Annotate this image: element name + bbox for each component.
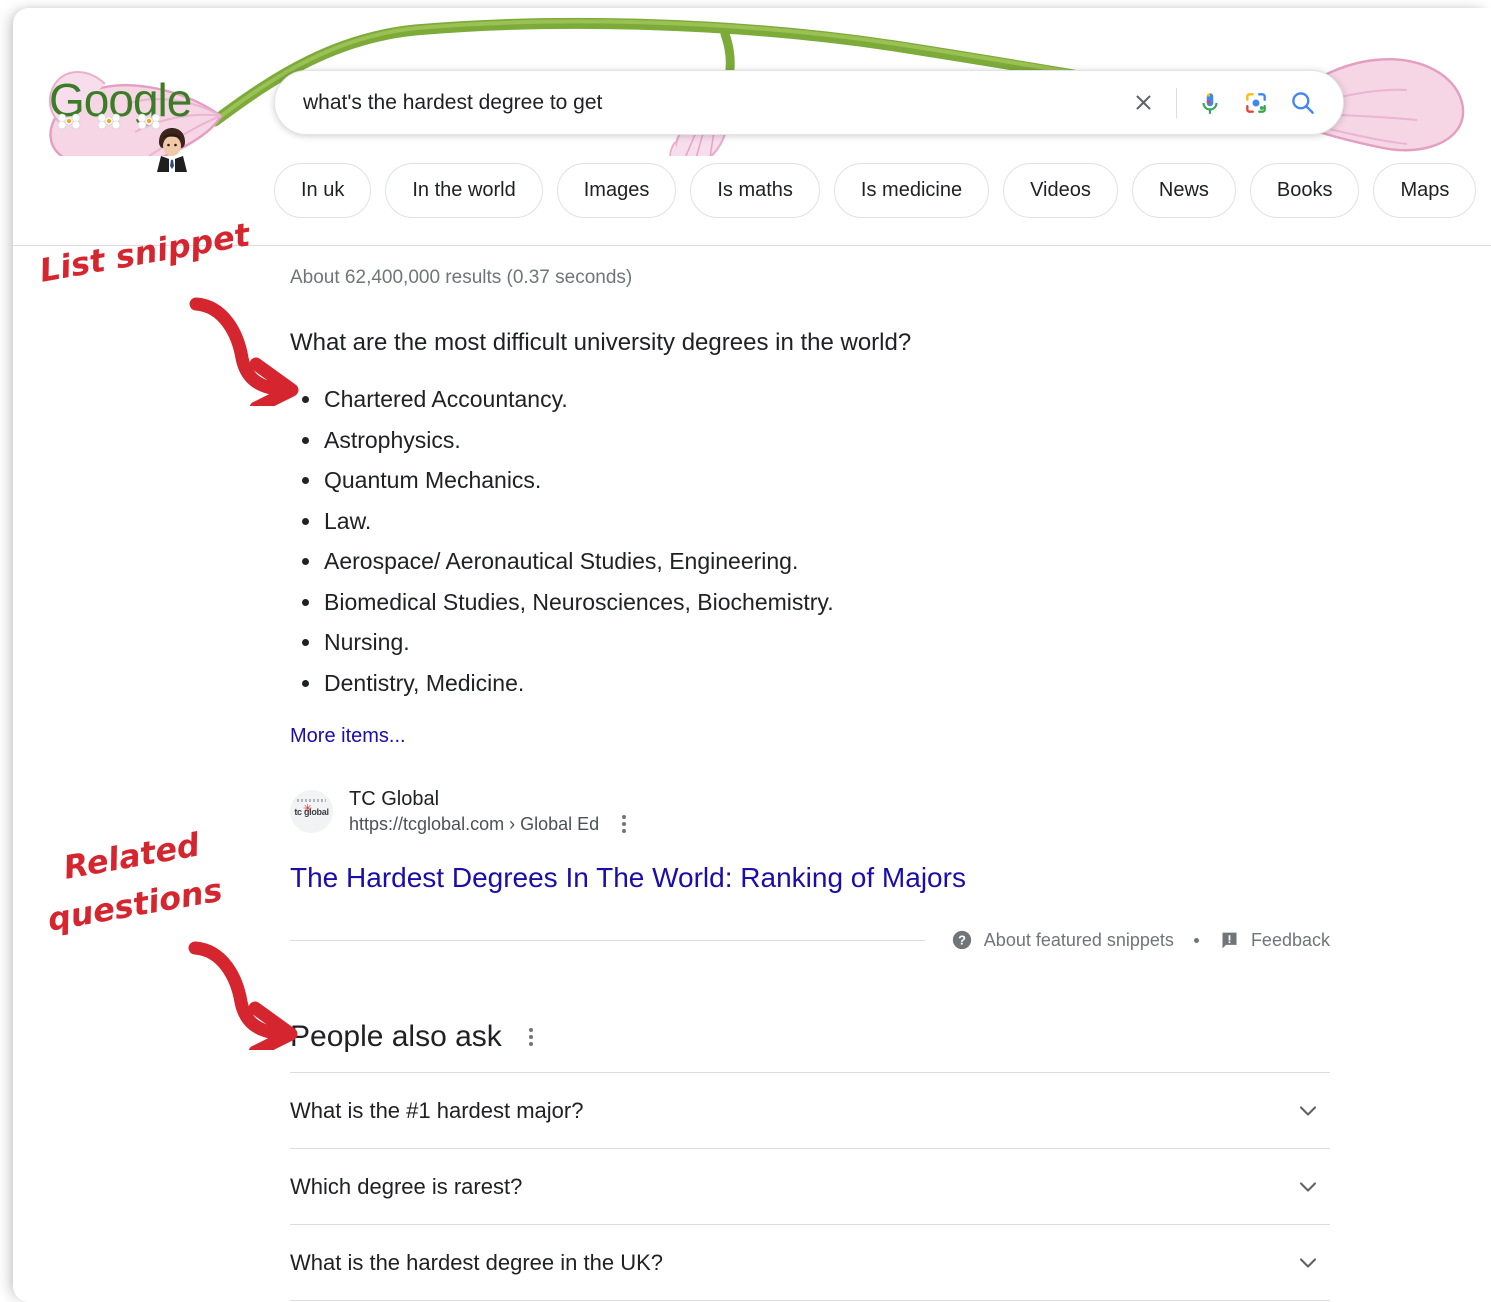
list-item: Nursing. [302,622,1330,663]
source-url: https://tcglobal.com › Global Ed [349,814,600,834]
favicon-text: tc global [294,806,329,817]
list-item: Law. [302,501,1330,542]
clear-search-button[interactable] [1120,80,1166,126]
about-featured-snippets-label: About featured snippets [983,929,1174,950]
filter-chip-books[interactable]: Books [1249,163,1360,218]
search-divider [1176,87,1177,118]
source-name: TC Global [349,788,440,810]
favicon-lines [297,798,326,802]
feedback-label: Feedback [1250,929,1330,950]
result-stats: About 62,400,000 results (0.37 seconds) [290,267,633,288]
search-bar[interactable] [274,70,1344,135]
filter-chip-is-maths[interactable]: Is maths [690,163,820,218]
footer-divider [290,939,925,941]
source-meta: TC Global https://tcglobal.com › Global … [349,786,635,836]
search-icon [1291,92,1314,114]
people-also-ask-list: What is the #1 hardest major? Which degr… [290,1072,1330,1301]
about-featured-snippets-link[interactable]: ? About featured snippets [951,929,1174,951]
people-also-ask-options-button[interactable] [520,1025,542,1049]
google-logo[interactable]: Google [49,70,219,172]
list-item: Quantum Mechanics. [302,460,1330,501]
featured-snippet-heading: What are the most difficult university d… [290,329,912,356]
screenshot-root: Google what's the hardest degree to get … [0,0,1491,1302]
paa-bottom-divider [290,1300,1330,1301]
close-icon [1135,95,1151,110]
filter-chip-images[interactable]: Images [556,163,677,218]
more-items-link[interactable]: More items... [290,725,406,748]
paa-question-row[interactable]: What is the hardest degree in the UK? [290,1224,1330,1300]
voice-search-button[interactable] [1187,80,1233,126]
doodle-portrait-icon [157,128,187,172]
result-title-link[interactable]: The Hardest Degrees In The World: Rankin… [290,862,1330,894]
list-item: Aerospace/ Aeronautical Studies, Enginee… [302,541,1330,582]
people-also-ask-header: People also ask [290,1020,1330,1054]
filter-chip-news[interactable]: News [1131,163,1236,218]
doodle-daisies-icon [57,113,161,130]
microphone-icon [1202,92,1218,114]
search-filter-chips: In uk In the world Images Is maths Is me… [274,163,1477,218]
paa-question-label: What is the #1 hardest major? [290,1097,584,1123]
paa-question-row[interactable]: What is the #1 hardest major? [290,1072,1330,1148]
paa-question-label: What is the hardest degree in the UK? [290,1249,663,1275]
people-also-ask-title: People also ask [290,1020,502,1053]
people-also-ask-section: People also ask What is the #1 hardest m… [290,1020,1330,1301]
svg-text:?: ? [958,933,966,948]
chevron-down-icon[interactable] [1294,1097,1322,1125]
filter-chip-in-the-world[interactable]: In the world [385,163,543,218]
result-options-button[interactable] [613,812,635,836]
source-url-row: https://tcglobal.com › Global Ed [349,812,635,836]
chevron-down-icon[interactable] [1294,1249,1322,1277]
filter-chip-maps[interactable]: Maps [1373,163,1477,218]
list-item: Astrophysics. [302,420,1330,461]
feedback-link[interactable]: Feedback [1219,930,1330,951]
browser-page-card: Google what's the hardest degree to get … [13,8,1491,1302]
filter-chip-videos[interactable]: Videos [1003,163,1118,218]
lens-search-button[interactable] [1233,80,1279,126]
list-item: Dentistry, Medicine. [302,663,1330,704]
feedback-icon [1222,932,1237,948]
favicon: ✳ tc global [290,789,333,833]
paa-question-label: Which degree is rarest? [290,1173,523,1199]
featured-snippet-footer: ? About featured snippets Feedback [290,926,1330,954]
paa-question-row[interactable]: Which degree is rarest? [290,1148,1330,1224]
search-header: Google what's the hardest degree to get … [13,8,1491,237]
search-input[interactable] [303,90,1120,115]
filter-chip-in-uk[interactable]: In uk [274,163,372,218]
chevron-down-icon[interactable] [1294,1173,1322,1201]
filter-chip-is-medicine[interactable]: Is medicine [833,163,990,218]
google-lens-icon [1246,92,1266,113]
results-column: About 62,400,000 results (0.37 seconds) … [290,246,1330,1301]
featured-snippet: What are the most difficult university d… [290,329,1330,954]
search-submit-button[interactable] [1279,80,1325,126]
result-source[interactable]: ✳ tc global TC Global https://tcglobal.c… [290,786,1330,836]
featured-snippet-list: Chartered Accountancy. Astrophysics. Qua… [290,379,1330,703]
list-item: Chartered Accountancy. [302,379,1330,420]
help-icon: ? [952,930,971,950]
list-item: Biomedical Studies, Neurosciences, Bioch… [302,582,1330,623]
footer-separator [1193,937,1199,943]
